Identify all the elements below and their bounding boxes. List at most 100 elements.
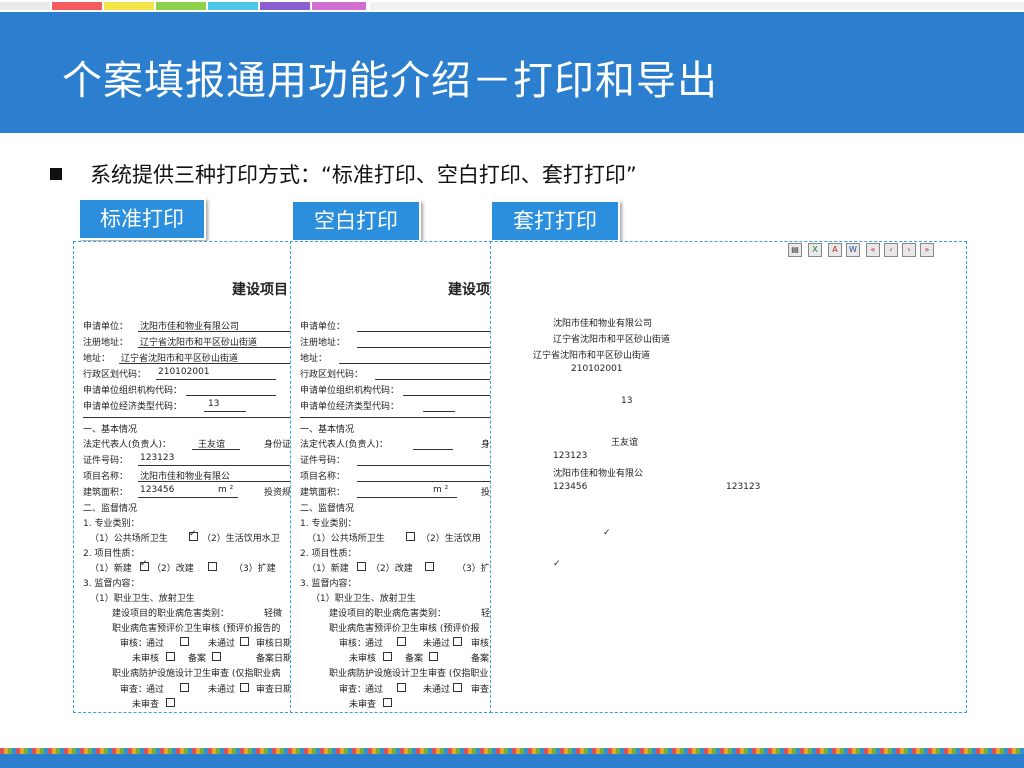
underline	[357, 481, 491, 482]
bottom-band	[0, 748, 1024, 768]
addr-label: 地址：	[300, 354, 328, 364]
exam-pass: 通过	[146, 685, 165, 695]
review-not-pass: 未通过	[423, 639, 451, 649]
nature-opt2: （2）改建	[371, 564, 413, 574]
next-page-icon[interactable]: ›	[902, 243, 916, 257]
title-bar: 个案填报通用功能介绍－打印和导出	[0, 12, 1024, 133]
apply-unit-value: 沈阳市佳和物业有限公司	[553, 319, 653, 329]
checkbox-filed	[212, 652, 221, 661]
underline	[403, 395, 491, 396]
prof-opt1: （1）公共场所卫生	[90, 534, 168, 544]
addr-label: 地址：	[83, 354, 111, 364]
exam-label: 审查：	[120, 685, 148, 695]
section-supervision: 二、监督情况	[83, 504, 138, 514]
area-label: 建筑面积：	[83, 488, 129, 498]
preeval-label: 职业病危害预评价卫生审核 (预评价报	[329, 624, 480, 634]
checkbox-new	[357, 562, 366, 571]
preeval-label: 职业病危害预评价卫生审核 (预评价报告的	[112, 624, 281, 634]
overlay-print-preview: 沈阳市佳和物业有限公司 辽宁省沈阳市和平区砂山街道 辽宁省沈阳市和平区砂山街道 …	[490, 241, 967, 713]
checkbox-pass	[397, 637, 406, 646]
underline	[357, 347, 491, 348]
design-label: 职业病防护设施设计卫生审查 (仅指职业	[329, 669, 489, 679]
underline	[138, 497, 238, 498]
not-reviewed: 未审核	[132, 654, 160, 664]
area-label: 建筑面积：	[300, 488, 346, 498]
hazard-value: 轻	[481, 609, 491, 619]
legal-rep-value: 王友谊	[611, 438, 639, 448]
checkbox-exam-pass	[180, 683, 189, 692]
checkbox-not-reviewed	[383, 652, 392, 661]
first-page-icon[interactable]: «	[866, 243, 880, 257]
checkbox-not-pass	[240, 637, 249, 646]
reg-addr-value: 辽宁省沈阳市和平区砂山街道	[553, 335, 671, 345]
checkbox-exam-pass	[397, 683, 406, 692]
cert-no-label: 证件号码：	[83, 456, 129, 466]
checkbox-filed	[429, 652, 438, 661]
underline	[192, 449, 240, 450]
pdf-icon[interactable]: A	[828, 243, 842, 257]
reg-addr-label: 注册地址：	[83, 338, 129, 348]
prof-opt1: （1）公共场所卫生	[307, 534, 385, 544]
content-label: 3. 监督内容：	[83, 579, 140, 589]
review-label: 审核：	[339, 639, 367, 649]
overlay-print-button[interactable]: 套打打印	[490, 200, 620, 242]
last-page-icon[interactable]: »	[920, 243, 934, 257]
underline	[119, 363, 292, 364]
section-basic: 一、基本情况	[300, 425, 355, 435]
apply-unit-label: 申请单位：	[83, 322, 129, 332]
check-mark-icon: ✓	[189, 529, 197, 539]
apply-unit-label: 申请单位：	[300, 322, 346, 332]
bullet-text: 系统提供三种打印方式：“标准打印、空白打印、套打打印”	[90, 163, 637, 187]
check-mark-icon: ✓	[140, 559, 148, 569]
top-color-stripe	[0, 0, 1024, 12]
exam-date-label: 审查日期	[256, 685, 293, 695]
review-not-pass: 未通过	[208, 639, 236, 649]
region-code-value: 210102001	[158, 367, 210, 377]
underline	[357, 331, 491, 332]
nature-opt1: （1）新建	[90, 564, 132, 574]
checkbox-not-examined	[383, 698, 392, 707]
underline	[186, 395, 276, 396]
org-code-label: 申请单位组织机构代码：	[300, 386, 400, 396]
region-code-label: 行政区划代码：	[83, 370, 147, 380]
addr-value: 辽宁省沈阳市和平区砂山街道	[533, 351, 651, 361]
area-unit: m ²	[433, 485, 449, 495]
area-unit: m ²	[218, 485, 234, 495]
econ-code-label: 申请单位经济类型代码：	[83, 402, 183, 412]
org-code-label: 申请单位组织机构代码：	[83, 386, 183, 396]
checkbox-not-pass	[453, 637, 462, 646]
project-value: 沈阳市佳和物业有限公	[553, 469, 644, 479]
region-code-value: 210102001	[571, 364, 623, 374]
underline	[156, 379, 276, 380]
checkbox-rebuild	[208, 562, 217, 571]
checkbox-not-reviewed	[166, 652, 175, 661]
standard-print-preview: 建设项目 申请单位： 沈阳市佳和物业有限公司 注册地址： 辽宁省沈阳市和平区砂山…	[73, 241, 293, 713]
region-code-label: 行政区划代码：	[300, 370, 364, 380]
underline	[138, 347, 292, 348]
reg-addr-label: 注册地址：	[300, 338, 346, 348]
cert-no-value: 123123	[140, 453, 175, 463]
prev-page-icon[interactable]: ‹	[884, 243, 898, 257]
filed-date-label: 备案	[471, 654, 490, 664]
not-reviewed: 未审核	[349, 654, 377, 664]
area-value: 123456	[140, 485, 175, 495]
review-pass: 通过	[146, 639, 165, 649]
review-pass: 通过	[365, 639, 384, 649]
project-label: 项目名称：	[83, 472, 129, 482]
section-supervision: 二、监督情况	[300, 504, 355, 514]
underline	[413, 449, 453, 450]
standard-print-button[interactable]: 标准打印	[78, 198, 206, 240]
slide-title: 个案填报通用功能介绍－打印和导出	[62, 58, 718, 104]
id-label: 身份证	[264, 440, 292, 450]
legal-rep-label: 法定代表人(负责人)：	[300, 440, 389, 450]
project-label: 项目名称：	[300, 472, 346, 482]
area-value: 123456	[553, 482, 588, 492]
exam-date-label: 审查	[471, 685, 490, 695]
underline	[357, 497, 457, 498]
print-icon[interactable]: ▤	[788, 243, 802, 257]
blank-print-button[interactable]: 空白打印	[291, 200, 421, 242]
invest-label: 投	[481, 488, 491, 498]
excel-icon[interactable]: X	[808, 243, 822, 257]
exam-not-pass: 未通过	[423, 685, 451, 695]
word-icon[interactable]: W	[846, 243, 860, 257]
